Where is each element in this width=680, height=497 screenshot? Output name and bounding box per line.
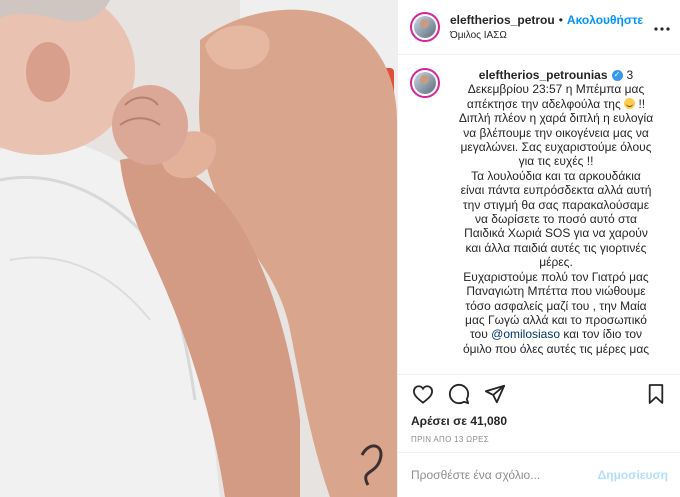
caption-line: και άλλα παιδιά αυτές τις γιορτινές: [465, 240, 647, 255]
mention-link[interactable]: @omilosiaso: [491, 327, 560, 341]
caption-line: Ευχαριστούμε πολύ τον Γιατρό μας: [463, 269, 649, 284]
header-line: eleftherios_petrou • Ακολουθήστε: [450, 13, 648, 27]
paper-plane-icon[interactable]: [483, 382, 507, 406]
caption-line: Παναγιώτη Μπέττα που νιώθουμε: [466, 284, 646, 299]
caption-row: eleftherios_petrounias ✓ 3 Δεκεμβρίου 23…: [410, 68, 666, 356]
caption-avatar[interactable]: [410, 68, 440, 98]
separator-dot: •: [558, 13, 563, 27]
smiling-face-emoji-icon: [624, 97, 636, 109]
heart-icon[interactable]: [411, 382, 435, 406]
caption-line: του @omilosiaso και τον ίδιο τον: [450, 327, 662, 341]
caption-line: όμιλο που όλες αυτές τις μέρες μας: [462, 341, 650, 356]
caption-line: τόσο ασφαλείς μαζί του , την Μαία: [465, 298, 647, 313]
caption-line: για τις ευχές !!: [518, 154, 594, 169]
caption-line: μας Γωγώ αλλά και το προσωπικό: [465, 312, 647, 327]
post-header: eleftherios_petrou • Ακολουθήστε Όμιλος …: [398, 0, 680, 55]
caption-line: Διπλή πλέον η χαρά διπλή η ευλογία: [458, 111, 654, 126]
post-timestamp[interactable]: ΠΡΙΝ ΑΠΟ 13 ΩΡΕΣ: [398, 428, 680, 452]
caption-line: μεγαλώνει. Σας ευχαριστούμε όλους: [460, 140, 652, 155]
photo-illustration: [0, 0, 397, 497]
caption-user-line: eleftherios_petrounias ✓ 3: [450, 68, 662, 82]
header-text: eleftherios_petrou • Ακολουθήστε Όμιλος …: [450, 13, 648, 41]
author-avatar[interactable]: [410, 12, 440, 42]
caption-text: του: [469, 327, 488, 342]
bookmark-icon[interactable]: [644, 382, 668, 406]
caption-line: Τα λουλούδια και τα αρκουδάκια: [471, 168, 641, 183]
comment-icon[interactable]: [447, 382, 471, 406]
author-username[interactable]: eleftherios_petrou: [450, 13, 555, 27]
caption-text: απέκτησε την αδελφούλα της: [466, 96, 621, 111]
avatar-image: [414, 72, 436, 94]
comments-section[interactable]: eleftherios_petrounias ✓ 3 Δεκεμβρίου 23…: [398, 55, 680, 374]
post-comment-button[interactable]: Δημοσίευση: [598, 468, 668, 482]
caption-text: !!: [638, 96, 646, 111]
action-bar: [398, 374, 680, 412]
avatar-image: [414, 16, 436, 38]
caption-line: Παιδικά Χωριά SOS για να χαρούν: [464, 226, 648, 241]
caption-line: την στιγμή θα σας παρακαλούσαμε: [462, 197, 650, 212]
caption-line: να δωρίσετε το ποσό αυτό στα: [475, 212, 637, 227]
verified-badge-icon: ✓: [611, 69, 623, 81]
caption-line: να βλέπουμε την οικογένεια μας να: [463, 125, 649, 140]
instagram-post: eleftherios_petrou • Ακολουθήστε Όμιλος …: [0, 0, 680, 497]
caption-first-suffix: 3: [626, 68, 634, 82]
comment-input[interactable]: [411, 468, 598, 482]
caption-line: απέκτησε την αδελφούλα της !!: [450, 97, 662, 111]
caption-line: Δεκεμβρίου 23:57 η Μπέμπα μας: [467, 82, 645, 97]
caption-line: μέρες.: [539, 255, 573, 270]
caption-text: και τον ίδιο τον: [563, 327, 642, 342]
post-photo[interactable]: [0, 0, 397, 497]
caption-body: eleftherios_petrounias ✓ 3 Δεκεμβρίου 23…: [450, 68, 662, 356]
follow-button[interactable]: Ακολουθήστε: [567, 13, 643, 27]
location-link[interactable]: Όμιλος ΙΑΣΩ: [450, 30, 648, 41]
caption-line: είναι πάντα ευπρόσδεκτα αλλά αυτή: [460, 183, 652, 198]
post-sidebar: eleftherios_petrou • Ακολουθήστε Όμιλος …: [397, 0, 680, 497]
add-comment-bar: Δημοσίευση: [398, 452, 680, 497]
caption-username[interactable]: eleftherios_petrounias: [479, 68, 608, 82]
more-options-icon[interactable]: [654, 18, 670, 36]
likes-count[interactable]: Αρέσει σε 41,080: [398, 412, 680, 428]
